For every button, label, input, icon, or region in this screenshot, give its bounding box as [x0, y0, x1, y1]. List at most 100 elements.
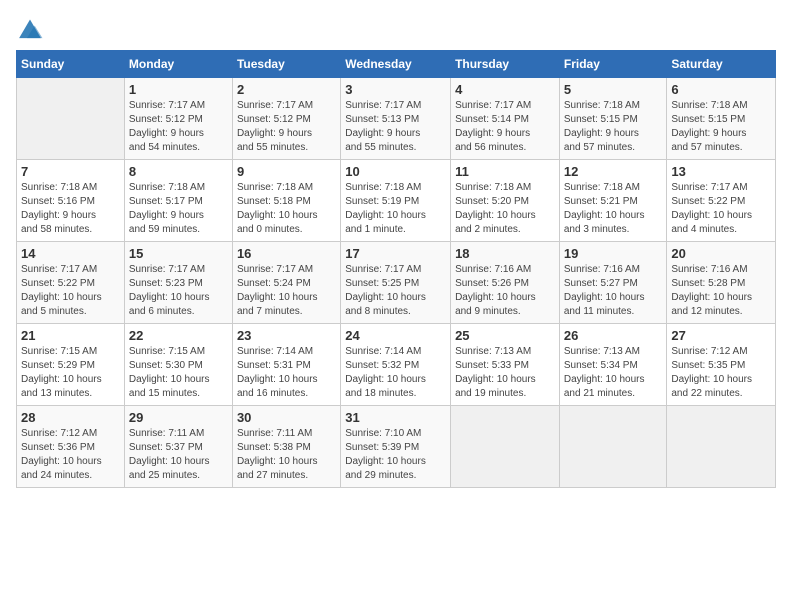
day-number: 26 [564, 328, 663, 343]
calendar-cell: 25 Sunrise: 7:13 AM Sunset: 5:33 PM Dayli… [451, 324, 560, 406]
day-info: Sunrise: 7:18 AM Sunset: 5:20 PM Dayligh… [455, 181, 555, 237]
day-info: Sunrise: 7:11 AM Sunset: 5:37 PM Dayligh… [129, 427, 228, 483]
day-number: 30 [237, 410, 336, 425]
week-row-4: 21 Sunrise: 7:15 AM Sunset: 5:29 PM Dayli… [17, 324, 776, 406]
day-number: 21 [21, 328, 120, 343]
day-info: Sunrise: 7:14 AM Sunset: 5:32 PM Dayligh… [345, 345, 446, 401]
day-number: 19 [564, 246, 663, 261]
day-number: 11 [455, 164, 555, 179]
calendar-cell: 11 Sunrise: 7:18 AM Sunset: 5:20 PM Dayli… [451, 160, 560, 242]
day-info: Sunrise: 7:16 AM Sunset: 5:28 PM Dayligh… [671, 263, 771, 319]
day-number: 20 [671, 246, 771, 261]
day-info: Sunrise: 7:17 AM Sunset: 5:12 PM Dayligh… [129, 99, 228, 155]
day-number: 16 [237, 246, 336, 261]
day-number: 29 [129, 410, 228, 425]
day-info: Sunrise: 7:17 AM Sunset: 5:14 PM Dayligh… [455, 99, 555, 155]
week-row-1: 1 Sunrise: 7:17 AM Sunset: 5:12 PM Daylig… [17, 78, 776, 160]
weekday-header-wednesday: Wednesday [341, 51, 451, 78]
page-header [16, 16, 776, 40]
day-number: 10 [345, 164, 446, 179]
weekday-header-saturday: Saturday [667, 51, 776, 78]
calendar-cell: 20 Sunrise: 7:16 AM Sunset: 5:28 PM Dayli… [667, 242, 776, 324]
day-number: 5 [564, 82, 663, 97]
calendar-cell: 19 Sunrise: 7:16 AM Sunset: 5:27 PM Dayli… [559, 242, 667, 324]
weekday-header-thursday: Thursday [451, 51, 560, 78]
calendar-cell: 15 Sunrise: 7:17 AM Sunset: 5:23 PM Dayli… [124, 242, 232, 324]
day-number: 25 [455, 328, 555, 343]
day-info: Sunrise: 7:13 AM Sunset: 5:34 PM Dayligh… [564, 345, 663, 401]
calendar-cell: 21 Sunrise: 7:15 AM Sunset: 5:29 PM Dayli… [17, 324, 125, 406]
day-number: 23 [237, 328, 336, 343]
logo-icon [16, 16, 44, 40]
day-info: Sunrise: 7:17 AM Sunset: 5:12 PM Dayligh… [237, 99, 336, 155]
day-info: Sunrise: 7:12 AM Sunset: 5:36 PM Dayligh… [21, 427, 120, 483]
calendar-cell: 23 Sunrise: 7:14 AM Sunset: 5:31 PM Dayli… [232, 324, 340, 406]
day-info: Sunrise: 7:18 AM Sunset: 5:15 PM Dayligh… [671, 99, 771, 155]
calendar-cell: 24 Sunrise: 7:14 AM Sunset: 5:32 PM Dayli… [341, 324, 451, 406]
calendar-cell: 12 Sunrise: 7:18 AM Sunset: 5:21 PM Dayli… [559, 160, 667, 242]
calendar-cell: 22 Sunrise: 7:15 AM Sunset: 5:30 PM Dayli… [124, 324, 232, 406]
calendar-cell: 17Sunrise: 7:17 AM Sunset: 5:25 PM Dayli… [341, 242, 451, 324]
weekday-header-tuesday: Tuesday [232, 51, 340, 78]
day-number: 15 [129, 246, 228, 261]
day-info: Sunrise: 7:11 AM Sunset: 5:38 PM Dayligh… [237, 427, 336, 483]
day-info: Sunrise: 7:10 AM Sunset: 5:39 PM Dayligh… [345, 427, 446, 483]
day-info: Sunrise: 7:18 AM Sunset: 5:18 PM Dayligh… [237, 181, 336, 237]
calendar-cell: 3 Sunrise: 7:17 AM Sunset: 5:13 PM Daylig… [341, 78, 451, 160]
day-info: Sunrise: 7:18 AM Sunset: 5:19 PM Dayligh… [345, 181, 446, 237]
day-number: 7 [21, 164, 120, 179]
calendar-cell: 5 Sunrise: 7:18 AM Sunset: 5:15 PM Daylig… [559, 78, 667, 160]
day-number: 22 [129, 328, 228, 343]
day-info: Sunrise: 7:17 AM Sunset: 5:23 PM Dayligh… [129, 263, 228, 319]
calendar-cell: 16 Sunrise: 7:17 AM Sunset: 5:24 PM Dayli… [232, 242, 340, 324]
day-number: 31 [345, 410, 446, 425]
calendar-cell: 31 Sunrise: 7:10 AM Sunset: 5:39 PM Dayli… [341, 406, 451, 488]
day-info: Sunrise: 7:16 AM Sunset: 5:27 PM Dayligh… [564, 263, 663, 319]
day-number: 12 [564, 164, 663, 179]
day-info: Sunrise: 7:17 AM Sunset: 5:22 PM Dayligh… [671, 181, 771, 237]
day-info: Sunrise: 7:15 AM Sunset: 5:29 PM Dayligh… [21, 345, 120, 401]
day-info: Sunrise: 7:17 AM Sunset: 5:13 PM Dayligh… [345, 99, 446, 155]
day-number: 9 [237, 164, 336, 179]
calendar-cell: 6Sunrise: 7:18 AM Sunset: 5:15 PM Daylig… [667, 78, 776, 160]
calendar-cell: 14Sunrise: 7:17 AM Sunset: 5:22 PM Dayli… [17, 242, 125, 324]
day-number: 1 [129, 82, 228, 97]
weekday-header-row: SundayMondayTuesdayWednesdayThursdayFrid… [17, 51, 776, 78]
day-info: Sunrise: 7:17 AM Sunset: 5:24 PM Dayligh… [237, 263, 336, 319]
calendar-cell: 8 Sunrise: 7:18 AM Sunset: 5:17 PM Daylig… [124, 160, 232, 242]
day-info: Sunrise: 7:18 AM Sunset: 5:17 PM Dayligh… [129, 181, 228, 237]
weekday-header-monday: Monday [124, 51, 232, 78]
day-number: 18 [455, 246, 555, 261]
day-number: 2 [237, 82, 336, 97]
calendar-cell [17, 78, 125, 160]
calendar-cell [451, 406, 560, 488]
calendar-cell: 30 Sunrise: 7:11 AM Sunset: 5:38 PM Dayli… [232, 406, 340, 488]
calendar-cell [559, 406, 667, 488]
day-number: 24 [345, 328, 446, 343]
day-info: Sunrise: 7:17 AM Sunset: 5:25 PM Dayligh… [345, 263, 446, 319]
day-info: Sunrise: 7:12 AM Sunset: 5:35 PM Dayligh… [671, 345, 771, 401]
calendar-cell: 2 Sunrise: 7:17 AM Sunset: 5:12 PM Daylig… [232, 78, 340, 160]
day-info: Sunrise: 7:17 AM Sunset: 5:22 PM Dayligh… [21, 263, 120, 319]
calendar-cell: 1 Sunrise: 7:17 AM Sunset: 5:12 PM Daylig… [124, 78, 232, 160]
calendar-cell: 28 Sunrise: 7:12 AM Sunset: 5:36 PM Dayli… [17, 406, 125, 488]
weekday-header-friday: Friday [559, 51, 667, 78]
day-number: 8 [129, 164, 228, 179]
week-row-5: 28 Sunrise: 7:12 AM Sunset: 5:36 PM Dayli… [17, 406, 776, 488]
day-number: 3 [345, 82, 446, 97]
day-info: Sunrise: 7:15 AM Sunset: 5:30 PM Dayligh… [129, 345, 228, 401]
calendar-cell [667, 406, 776, 488]
day-info: Sunrise: 7:18 AM Sunset: 5:15 PM Dayligh… [564, 99, 663, 155]
day-info: Sunrise: 7:18 AM Sunset: 5:21 PM Dayligh… [564, 181, 663, 237]
calendar-table: SundayMondayTuesdayWednesdayThursdayFrid… [16, 50, 776, 488]
day-info: Sunrise: 7:14 AM Sunset: 5:31 PM Dayligh… [237, 345, 336, 401]
calendar-cell: 10 Sunrise: 7:18 AM Sunset: 5:19 PM Dayli… [341, 160, 451, 242]
day-number: 28 [21, 410, 120, 425]
logo [16, 16, 48, 40]
day-number: 27 [671, 328, 771, 343]
calendar-cell: 4Sunrise: 7:17 AM Sunset: 5:14 PM Daylig… [451, 78, 560, 160]
day-info: Sunrise: 7:13 AM Sunset: 5:33 PM Dayligh… [455, 345, 555, 401]
calendar-cell: 29 Sunrise: 7:11 AM Sunset: 5:37 PM Dayli… [124, 406, 232, 488]
day-number: 13 [671, 164, 771, 179]
calendar-cell: 7Sunrise: 7:18 AM Sunset: 5:16 PM Daylig… [17, 160, 125, 242]
